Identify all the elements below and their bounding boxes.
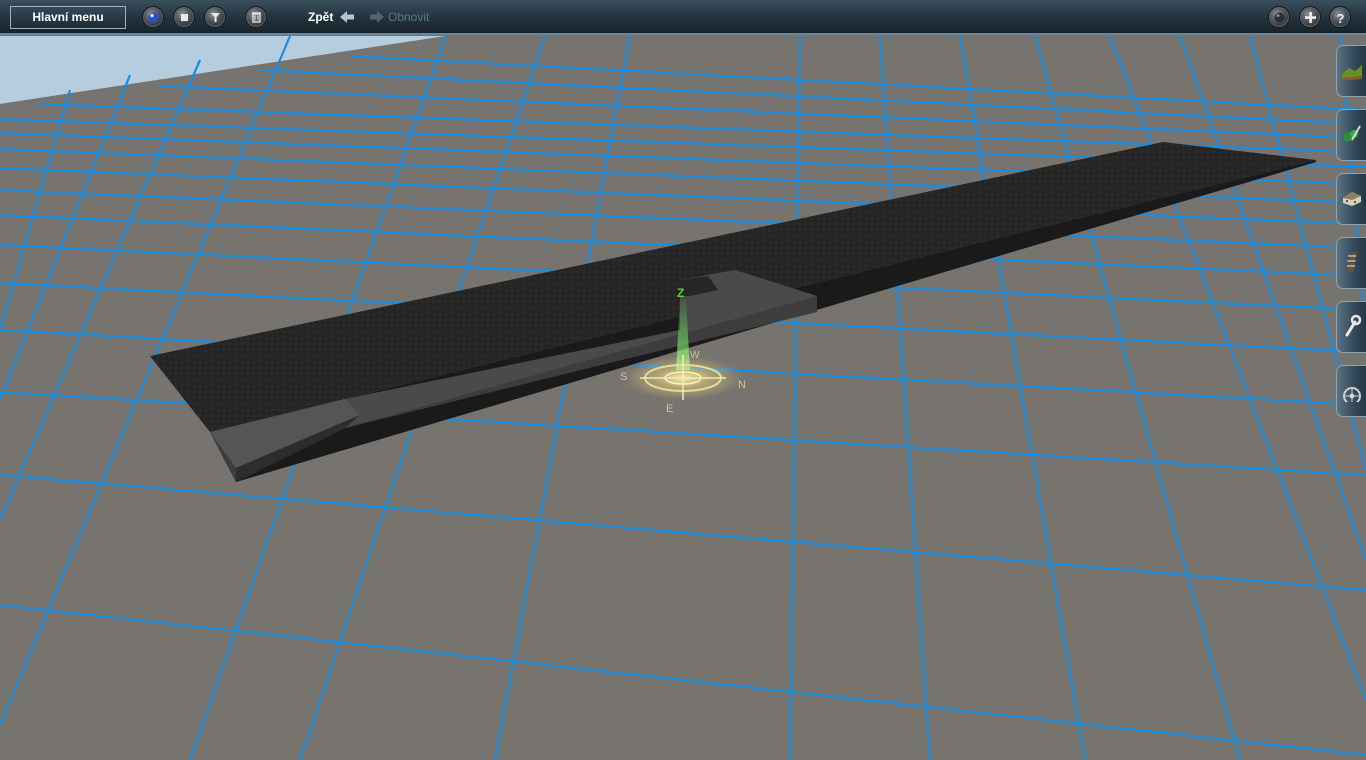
gizmo-s-label: S — [620, 371, 627, 383]
blue-ball-icon — [148, 12, 159, 23]
3d-viewport[interactable]: Z N S E W — [0, 0, 1366, 760]
wheel-icon — [1343, 387, 1361, 402]
wrench-icon — [1345, 314, 1362, 337]
redo-button: Obnovit — [388, 10, 430, 24]
undo-button[interactable]: Zpět — [308, 10, 333, 24]
gizmo-z-label: Z — [677, 286, 684, 300]
add-button[interactable] — [1299, 6, 1321, 28]
trash-icon — [252, 12, 261, 23]
redo-arrow-icon — [370, 11, 384, 23]
gizmo-n-label: N — [738, 379, 746, 391]
filter-icon — [211, 13, 220, 22]
main-menu-button[interactable]: Hlavní menu — [10, 6, 126, 29]
terrain-icon — [1342, 65, 1362, 81]
ball-tool-button[interactable] — [142, 6, 164, 28]
filter-button[interactable] — [204, 6, 226, 28]
side-tab-drive[interactable] — [1336, 365, 1366, 417]
building-icon — [1343, 192, 1361, 206]
plus-icon — [1305, 12, 1316, 23]
top-toolbar: Hlavní menu Zpět Obnovit ? — [0, 0, 1366, 35]
gizmo-e-label: E — [666, 403, 673, 415]
stop-button[interactable] — [173, 6, 195, 28]
help-icon: ? — [1337, 11, 1345, 26]
side-tab-paint[interactable] — [1336, 109, 1366, 161]
side-tab-track[interactable] — [1336, 237, 1366, 289]
stop-icon — [181, 14, 188, 21]
dark-sphere-icon — [1274, 12, 1285, 23]
delete-button[interactable] — [245, 6, 267, 28]
side-tab-buildings[interactable] — [1336, 173, 1366, 225]
tree-paint-icon — [1343, 125, 1361, 142]
track-icon — [1347, 252, 1357, 272]
side-tab-terrain[interactable] — [1336, 45, 1366, 97]
help-button[interactable]: ? — [1329, 6, 1351, 28]
gizmo-w-label: W — [690, 350, 700, 361]
svg-text:?: ? — [1337, 11, 1345, 26]
side-tab-tools[interactable] — [1336, 301, 1366, 353]
undo-arrow-icon[interactable] — [338, 8, 356, 26]
view-button[interactable] — [1268, 6, 1290, 28]
